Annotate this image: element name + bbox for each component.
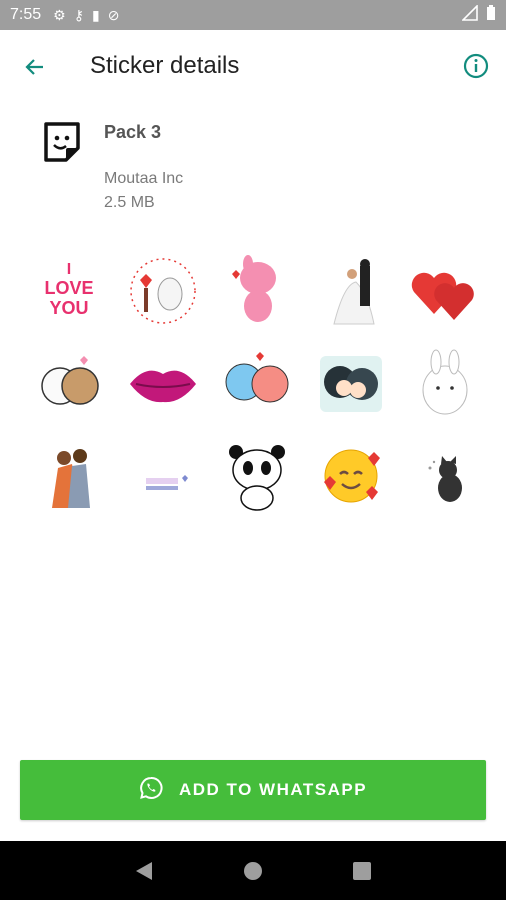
red-hearts-sticker[interactable] <box>400 245 490 337</box>
recents-square-icon[interactable] <box>342 851 382 891</box>
smiley-hearts-sticker[interactable] <box>306 429 396 521</box>
gear-icon: ⚙ <box>53 6 66 23</box>
pink-bunny-sticker[interactable] <box>212 245 302 337</box>
navigation-bar <box>0 841 506 900</box>
panda-sticker[interactable] <box>212 429 302 521</box>
back-triangle-icon[interactable] <box>124 851 164 891</box>
wedding-couple-sticker[interactable] <box>306 245 396 337</box>
couple-hug-sticker[interactable] <box>24 429 114 521</box>
pack-info: Pack 3 Moutaa Inc 2.5 MB <box>40 118 480 228</box>
sd-card-icon: ▮ <box>91 6 100 23</box>
whatsapp-icon <box>139 776 163 805</box>
pink-lips-sticker[interactable] <box>118 337 208 429</box>
small-sticker[interactable] <box>118 429 208 521</box>
arrow-back-icon[interactable] <box>18 50 52 84</box>
pack-size: 2.5 MB <box>104 194 155 211</box>
pack-name: Pack 3 <box>104 122 162 142</box>
add-to-whatsapp-label: ADD TO WHATSAPP <box>178 780 368 799</box>
anime-kiss-sticker[interactable] <box>306 337 396 429</box>
signal-icon <box>461 3 478 26</box>
pack-publisher: Moutaa Inc <box>104 170 184 187</box>
key-icon: ⚷ <box>73 6 84 23</box>
hugging-bears-sticker[interactable] <box>24 337 114 429</box>
info-icon[interactable] <box>460 50 492 82</box>
status-time: 7:55 <box>10 6 42 23</box>
home-circle-icon[interactable] <box>233 851 273 891</box>
app-bar: Sticker details <box>0 30 506 102</box>
bunny-hearts-sticker[interactable] <box>118 245 208 337</box>
no-disturb-icon: ⊘ <box>107 6 120 23</box>
cute-animals-sticker[interactable] <box>212 337 302 429</box>
add-to-whatsapp-button[interactable]: ADD TO WHATSAPP <box>20 760 486 820</box>
svg-text:YOU: YOU <box>49 298 88 318</box>
sticker-icon <box>40 120 84 164</box>
white-bunny-sticker[interactable] <box>400 337 490 429</box>
svg-text:LOVE: LOVE <box>44 278 93 298</box>
svg-text:I: I <box>67 261 71 278</box>
sticker-grid: I LOVE YOU <box>24 245 494 521</box>
page-title: Sticker details <box>90 52 240 79</box>
battery-icon <box>486 4 496 26</box>
status-bar: 7:55 ⚙ ⚷ ▮ ⊘ <box>0 0 506 30</box>
i-love-you-sticker[interactable]: I LOVE YOU <box>24 245 114 337</box>
black-cat-sticker[interactable] <box>400 429 490 521</box>
